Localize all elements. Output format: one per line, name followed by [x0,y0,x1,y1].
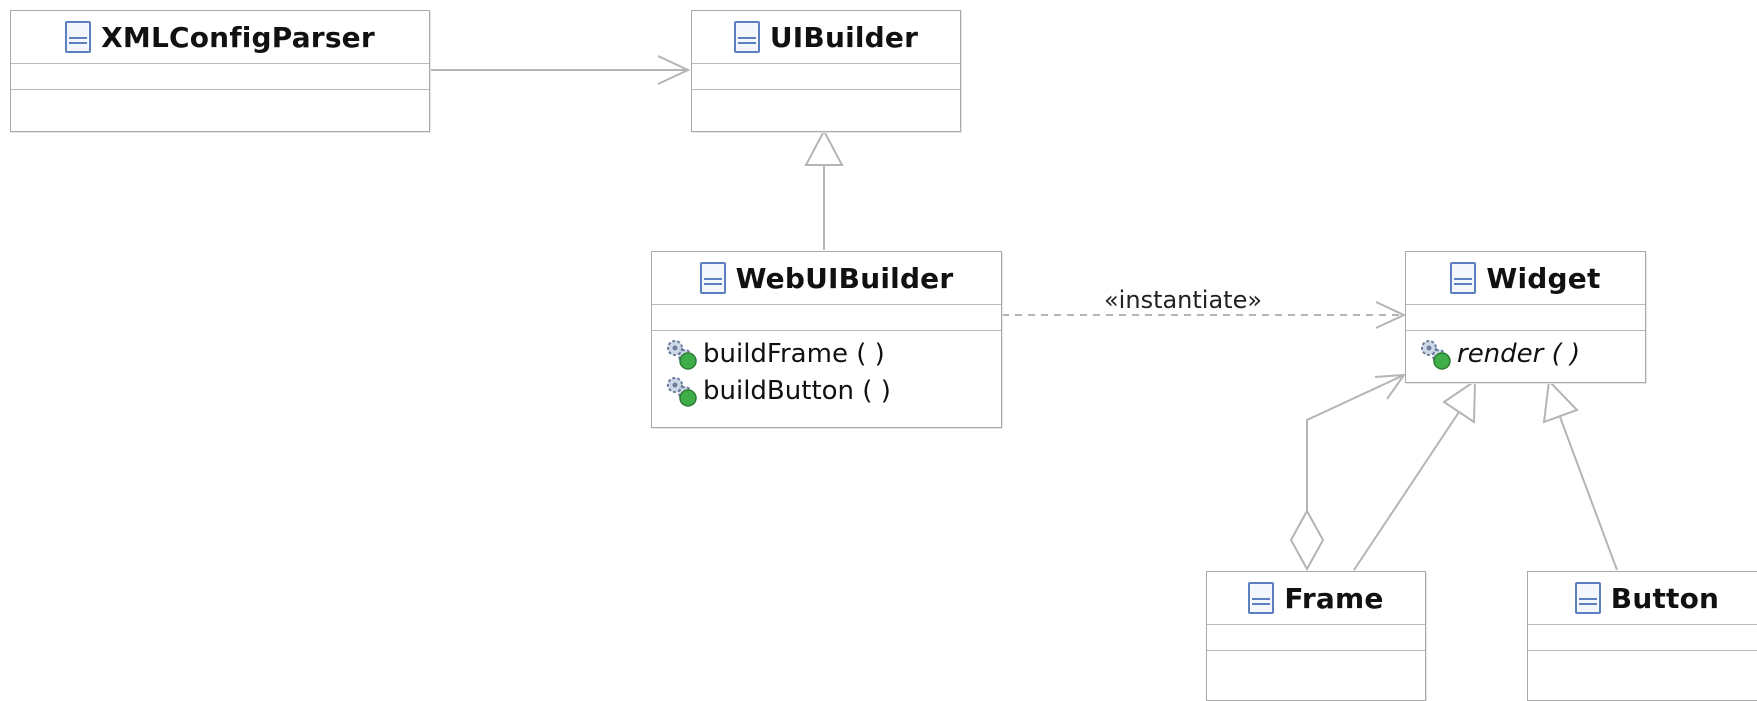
class-webuibuilder[interactable]: WebUIBuilder buildFrame ( ) buildButton … [651,251,1002,428]
attributes-compartment [652,305,1001,331]
generalization-line [1353,411,1460,571]
operation-label: buildFrame ( ) [703,338,885,369]
class-name: XMLConfigParser [101,20,375,54]
attributes-compartment [1406,305,1645,331]
generalization-arrowhead [1542,378,1579,424]
class-icon [1450,262,1477,294]
instantiate-stereotype-label: «instantiate» [1104,286,1263,314]
class-header: XMLConfigParser [11,11,429,64]
class-button[interactable]: Button [1527,571,1757,701]
public-abstract-method-icon [1421,339,1451,370]
class-icon [1574,582,1601,614]
public-method-icon [667,339,697,370]
generalization-line [1559,416,1618,571]
operation-row[interactable]: buildButton ( ) [664,372,1001,409]
attributes-compartment [11,64,429,90]
attributes-compartment [1528,625,1757,651]
aggregation-diamond [1289,508,1325,572]
class-name: WebUIBuilder [735,261,954,295]
class-icon [733,21,760,53]
operation-row[interactable]: buildFrame ( ) [664,335,1001,372]
class-name: Widget [1486,261,1601,295]
class-icon [65,21,92,53]
generalization-arrowhead [804,128,844,166]
attributes-compartment [1207,625,1425,651]
operations-compartment: buildFrame ( ) buildButton ( ) [652,331,1001,409]
class-icon [1248,582,1275,614]
generalization-arrowhead [1442,379,1477,424]
class-widget[interactable]: Widget render ( ) [1405,251,1646,383]
class-header: Button [1528,572,1757,625]
class-header: WebUIBuilder [652,252,1001,305]
class-name: Frame [1284,581,1384,615]
class-header: Frame [1207,572,1425,625]
class-frame[interactable]: Frame [1206,571,1426,701]
class-xmlconfigparser[interactable]: XMLConfigParser [10,10,430,132]
public-method-icon [667,376,697,407]
attributes-compartment [692,64,960,90]
class-header: Widget [1406,252,1645,305]
class-name: UIBuilder [769,20,919,54]
class-name: Button [1610,581,1720,615]
class-icon [699,262,726,294]
operation-label: buildButton ( ) [703,375,891,406]
class-uibuilder[interactable]: UIBuilder [691,10,961,132]
operation-label: render ( ) [1457,338,1581,369]
operation-row[interactable]: render ( ) [1418,335,1645,372]
class-header: UIBuilder [692,11,960,64]
operations-compartment: render ( ) [1406,331,1645,372]
